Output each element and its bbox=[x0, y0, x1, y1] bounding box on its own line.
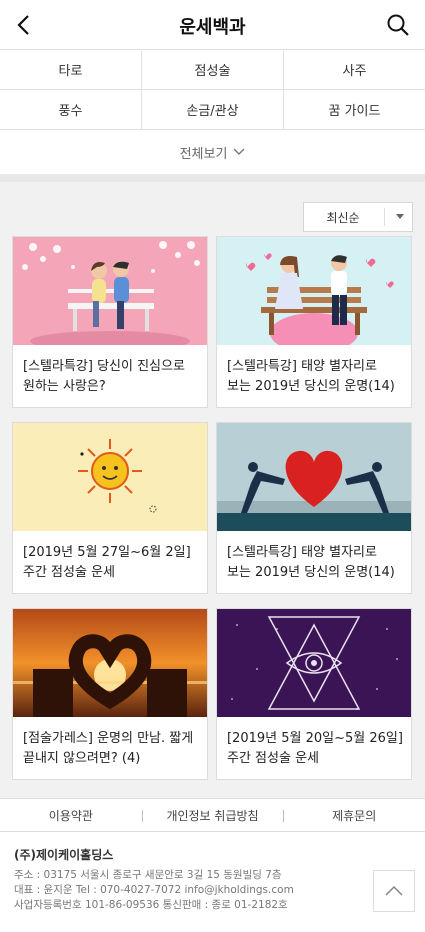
article-title-line1: [스텔라특강] 태양 별자리로 bbox=[227, 545, 377, 560]
category-grid: 타로 점성술 사주 풍수 손금/관상 꿈 가이드 bbox=[0, 50, 425, 130]
company-name: (주)제이케이홀딩스 bbox=[14, 848, 114, 862]
article-thumbnail-heart-hands-sunset bbox=[13, 609, 207, 717]
article-card[interactable]: [점술가레스] 운명의 만남. 짧게 끝내지 않으려면? (4) bbox=[12, 608, 208, 780]
category-fengshui[interactable]: 풍수 bbox=[0, 90, 142, 129]
article-thumbnail-pushing-heart bbox=[217, 423, 411, 531]
view-all-button[interactable]: 전체보기 bbox=[0, 130, 425, 174]
article-title-line1: [점술가레스] 운명의 만남. 짧게 bbox=[23, 731, 194, 746]
footer-links: 이용약관 개인정보 취급방침 제휴문의 bbox=[0, 798, 425, 832]
chevron-down-icon bbox=[233, 148, 245, 155]
sort-divider bbox=[384, 208, 385, 226]
page-title: 운세백과 bbox=[179, 17, 246, 38]
caret-down-icon bbox=[396, 214, 404, 219]
article-title-line2: 보는 2019년 당신의 운명(14) bbox=[227, 379, 395, 394]
article-title-line2: 끝내지 않으려면? (4) bbox=[23, 751, 141, 766]
category-dream-guide[interactable]: 꿈 가이드 bbox=[284, 90, 425, 129]
article-title-line1: [2019년 5월 27일~6월 2일] bbox=[23, 545, 191, 560]
company-contact: 대표 : 윤지운 Tel : 070-4027-7072 info@jkhold… bbox=[14, 884, 294, 896]
article-card[interactable]: [스텔라특강] 태양 별자리로 보는 2019년 당신의 운명(14) bbox=[216, 236, 412, 408]
view-all-label: 전체보기 bbox=[179, 146, 228, 162]
sort-selected-label: 최신순 bbox=[326, 210, 360, 225]
article-thumbnail-sun bbox=[13, 423, 207, 531]
article-thumbnail-couple-bench bbox=[13, 237, 207, 345]
article-title-line1: [스텔라특강] 태양 별자리로 bbox=[227, 359, 377, 374]
category-row: 타로 점성술 사주 bbox=[0, 50, 425, 90]
partnership-link[interactable]: 제휴문의 bbox=[283, 799, 425, 831]
article-card[interactable]: [2019년 5월 27일~6월 2일] 주간 점성술 운세 bbox=[12, 422, 208, 594]
article-card[interactable]: [스텔라특강] 당신이 진심으로 원하는 사랑은? bbox=[12, 236, 208, 408]
article-title-line2: 원하는 사랑은? bbox=[23, 379, 106, 394]
article-card[interactable]: [스텔라특강] 태양 별자리로 보는 2019년 당신의 운명(14) bbox=[216, 422, 412, 594]
article-thumbnail-mystic-eye bbox=[217, 609, 411, 717]
chevron-up-icon bbox=[385, 886, 403, 896]
article-title-line1: [스텔라특강] 당신이 진심으로 bbox=[23, 359, 185, 374]
category-palm-face[interactable]: 손금/관상 bbox=[142, 90, 284, 129]
article-thumbnail-couple-hearts bbox=[217, 237, 411, 345]
company-registration: 사업자등록번호 101-86-09536 통신판매 : 종로 01-2182호 bbox=[14, 899, 288, 911]
category-row: 풍수 손금/관상 꿈 가이드 bbox=[0, 90, 425, 130]
category-astrology[interactable]: 점성술 bbox=[142, 50, 284, 89]
category-saju[interactable]: 사주 bbox=[284, 50, 425, 89]
article-title-line2: 보는 2019년 당신의 운명(14) bbox=[227, 565, 395, 580]
company-address: 주소 : 03175 서울시 종로구 새문안로 3길 15 동원빌딩 7층 bbox=[14, 869, 282, 881]
search-button[interactable] bbox=[383, 10, 413, 40]
terms-link[interactable]: 이용약관 bbox=[0, 799, 142, 831]
company-info: 주소 : 03175 서울시 종로구 새문안로 3길 15 동원빌딩 7층 대표… bbox=[14, 868, 294, 913]
app-header: 운세백과 bbox=[0, 0, 425, 50]
article-card[interactable]: [2019년 5월 20일~5월 26일] 주간 점성술 운세 bbox=[216, 608, 412, 780]
article-title-line2: 주간 점성술 운세 bbox=[23, 565, 115, 580]
scroll-to-top-button[interactable] bbox=[373, 870, 415, 912]
category-tarot[interactable]: 타로 bbox=[0, 50, 142, 89]
privacy-policy-link[interactable]: 개인정보 취급방침 bbox=[141, 799, 284, 831]
article-title-line1: [2019년 5월 20일~5월 26일] bbox=[227, 731, 403, 746]
sort-select[interactable]: 최신순 bbox=[303, 202, 413, 232]
article-title-line2: 주간 점성술 운세 bbox=[227, 751, 319, 766]
search-icon bbox=[387, 14, 409, 36]
